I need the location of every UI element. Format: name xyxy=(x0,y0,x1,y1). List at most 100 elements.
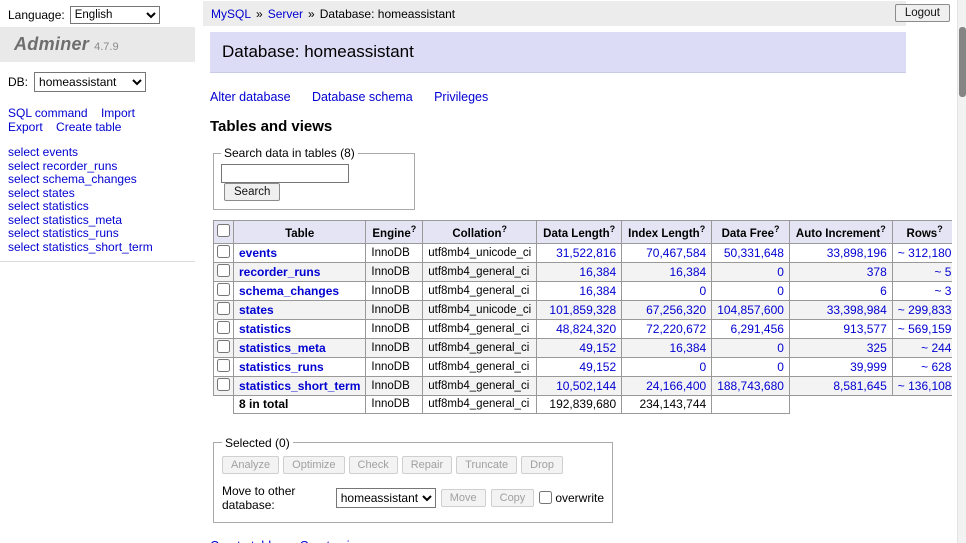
index-length-link[interactable]: 16,384 xyxy=(669,265,706,279)
sidebar-link-export[interactable]: Export xyxy=(8,120,43,134)
bulk-action-button[interactable]: Truncate xyxy=(456,456,517,474)
auto-increment-link[interactable]: 325 xyxy=(867,341,887,355)
scrollbar-thumb[interactable] xyxy=(959,27,966,97)
move-button[interactable]: Move xyxy=(441,489,486,507)
row-checkbox[interactable] xyxy=(217,359,230,372)
column-help-link[interactable]: ? xyxy=(774,224,780,234)
rows-count-link[interactable]: ~ 312,180 xyxy=(898,246,952,260)
row-checkbox[interactable] xyxy=(217,264,230,277)
data-length-link[interactable]: 16,384 xyxy=(579,284,616,298)
db-select[interactable]: homeassistant xyxy=(34,72,146,92)
sidebar-table-link[interactable]: select statistics xyxy=(8,200,187,214)
database-action-link[interactable]: Database schema xyxy=(312,90,413,104)
bulk-action-button[interactable]: Check xyxy=(349,456,398,474)
auto-increment-link[interactable]: 39,999 xyxy=(850,360,887,374)
move-database-select[interactable]: homeassistant xyxy=(336,488,436,508)
row-checkbox[interactable] xyxy=(217,321,230,334)
bulk-action-button[interactable]: Optimize xyxy=(283,456,344,474)
sidebar-table-link[interactable]: select schema_changes xyxy=(8,173,187,187)
create-link[interactable]: Create view xyxy=(299,539,365,543)
row-checkbox[interactable] xyxy=(217,245,230,258)
data-free-link[interactable]: 0 xyxy=(777,284,784,298)
auto-increment-link[interactable]: 33,898,196 xyxy=(827,246,887,260)
breadcrumb-server-type-link[interactable]: MySQL xyxy=(211,7,251,21)
sidebar-table-link[interactable]: select statistics_short_term xyxy=(8,241,187,255)
vertical-scrollbar[interactable] xyxy=(957,0,966,543)
index-length-link[interactable]: 16,384 xyxy=(669,341,706,355)
sidebar-link-create-table[interactable]: Create table xyxy=(56,120,121,134)
column-help-link[interactable]: ? xyxy=(700,224,706,234)
bulk-action-button[interactable]: Repair xyxy=(402,456,452,474)
auto-increment-link[interactable]: 8,581,645 xyxy=(833,379,886,393)
data-length-link[interactable]: 49,152 xyxy=(579,341,616,355)
bulk-action-button[interactable]: Drop xyxy=(521,456,563,474)
rows-count-link[interactable]: ~ 628 xyxy=(921,360,951,374)
index-length-link[interactable]: 70,467,584 xyxy=(646,246,706,260)
logout-button[interactable]: Logout xyxy=(895,4,950,22)
table-name-link[interactable]: states xyxy=(239,303,274,317)
rows-count-link[interactable]: ~ 136,108 xyxy=(898,379,952,393)
index-length-link[interactable]: 24,166,400 xyxy=(646,379,706,393)
index-length-link[interactable]: 0 xyxy=(700,284,707,298)
auto-increment-link[interactable]: 913,577 xyxy=(843,322,886,336)
data-free-link[interactable]: 188,743,680 xyxy=(717,379,784,393)
sidebar-table-link[interactable]: select events xyxy=(8,146,187,160)
select-all-checkbox[interactable] xyxy=(217,224,230,237)
auto-increment-link[interactable]: 378 xyxy=(867,265,887,279)
copy-button[interactable]: Copy xyxy=(491,489,535,507)
auto-increment-link[interactable]: 33,398,984 xyxy=(827,303,887,317)
data-free-link[interactable]: 0 xyxy=(777,341,784,355)
data-free-link[interactable]: 0 xyxy=(777,265,784,279)
column-help-link[interactable]: ? xyxy=(502,224,508,234)
table-name-link[interactable]: recorder_runs xyxy=(239,265,320,279)
data-free-link[interactable]: 104,857,600 xyxy=(717,303,784,317)
column-help-link[interactable]: ? xyxy=(610,224,616,234)
sidebar-table-link[interactable]: select statistics_runs xyxy=(8,227,187,241)
table-name-link[interactable]: statistics_meta xyxy=(239,341,326,355)
rows-count-link[interactable]: ~ 3 xyxy=(934,284,951,298)
column-help-link[interactable]: ? xyxy=(880,224,886,234)
data-length-link[interactable]: 101,859,328 xyxy=(549,303,616,317)
data-length-link[interactable]: 48,824,320 xyxy=(556,322,616,336)
rows-count-link[interactable]: ~ 299,833 xyxy=(898,303,952,317)
table-name-link[interactable]: statistics_short_term xyxy=(239,379,360,393)
data-free-link[interactable]: 6,291,456 xyxy=(731,322,784,336)
sidebar-table-link[interactable]: select statistics_meta xyxy=(8,214,187,228)
table-name-link[interactable]: statistics_runs xyxy=(239,360,324,374)
index-length-link[interactable]: 67,256,320 xyxy=(646,303,706,317)
overwrite-checkbox[interactable] xyxy=(539,491,552,504)
table-name-link[interactable]: events xyxy=(239,246,277,260)
row-checkbox[interactable] xyxy=(217,378,230,391)
row-checkbox[interactable] xyxy=(217,302,230,315)
database-action-link[interactable]: Alter database xyxy=(210,90,291,104)
table-name-link[interactable]: statistics xyxy=(239,322,291,336)
column-help-link[interactable]: ? xyxy=(411,224,417,234)
rows-count-link[interactable]: ~ 5 xyxy=(934,265,951,279)
data-length-link[interactable]: 49,152 xyxy=(579,360,616,374)
app-logo[interactable]: Adminer xyxy=(14,34,89,54)
database-action-link[interactable]: Privileges xyxy=(434,90,488,104)
search-button[interactable]: Search xyxy=(224,183,280,201)
sidebar-link-sql-command[interactable]: SQL command xyxy=(8,106,88,120)
search-input[interactable] xyxy=(221,164,349,183)
table-name-link[interactable]: schema_changes xyxy=(239,284,339,298)
sidebar-table-link[interactable]: select recorder_runs xyxy=(8,160,187,174)
create-link[interactable]: Create table xyxy=(210,539,278,543)
language-select[interactable]: English xyxy=(70,6,160,24)
data-length-link[interactable]: 10,502,144 xyxy=(556,379,616,393)
index-length-link[interactable]: 72,220,672 xyxy=(646,322,706,336)
rows-count-link[interactable]: ~ 569,159 xyxy=(898,322,952,336)
rows-count-link[interactable]: ~ 244 xyxy=(921,341,951,355)
data-length-link[interactable]: 31,522,816 xyxy=(556,246,616,260)
row-checkbox[interactable] xyxy=(217,283,230,296)
auto-increment-link[interactable]: 6 xyxy=(880,284,887,298)
sidebar-table-link[interactable]: select states xyxy=(8,187,187,201)
column-help-link[interactable]: ? xyxy=(937,224,943,234)
data-free-link[interactable]: 50,331,648 xyxy=(724,246,784,260)
row-checkbox[interactable] xyxy=(217,340,230,353)
index-length-link[interactable]: 0 xyxy=(700,360,707,374)
data-free-link[interactable]: 0 xyxy=(777,360,784,374)
breadcrumb-server-link[interactable]: Server xyxy=(268,7,303,21)
data-length-link[interactable]: 16,384 xyxy=(579,265,616,279)
bulk-action-button[interactable]: Analyze xyxy=(222,456,279,474)
